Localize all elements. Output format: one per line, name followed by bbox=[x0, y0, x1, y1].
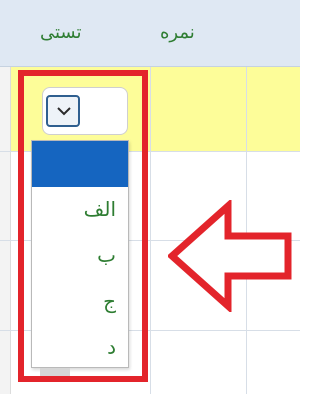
column-header-score: نمره bbox=[160, 22, 195, 43]
left-scrollbar[interactable] bbox=[0, 67, 11, 394]
annotation-highlight-frame bbox=[18, 70, 148, 382]
grid-line bbox=[150, 67, 151, 394]
arrow-left-icon bbox=[168, 200, 292, 312]
table-header: تستی نمره bbox=[0, 0, 300, 67]
column-header-test: تستی bbox=[40, 22, 82, 43]
